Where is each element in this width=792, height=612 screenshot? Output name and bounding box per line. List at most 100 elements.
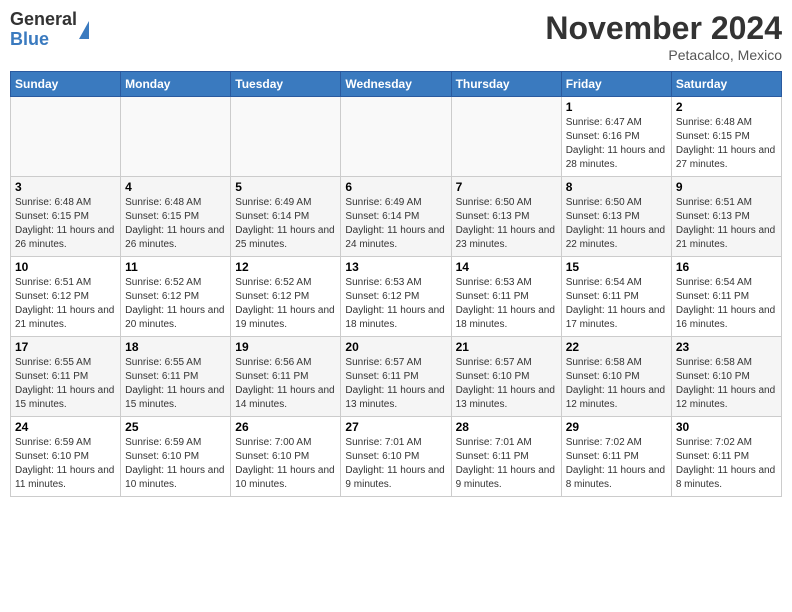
calendar-cell: 30 Sunrise: 7:02 AM Sunset: 6:11 PM Dayli… (671, 417, 781, 497)
day-number: 15 (566, 260, 667, 274)
calendar-cell: 5 Sunrise: 6:49 AM Sunset: 6:14 PM Daylig… (231, 177, 341, 257)
day-number: 8 (566, 180, 667, 194)
logo-general: General (10, 10, 77, 30)
day-info: Sunrise: 6:55 AM Sunset: 6:11 PM Dayligh… (125, 356, 226, 412)
day-number: 12 (235, 260, 336, 274)
calendar-cell (231, 97, 341, 177)
day-number: 13 (345, 260, 446, 274)
day-info: Sunrise: 6:52 AM Sunset: 6:12 PM Dayligh… (235, 276, 336, 332)
day-info: Sunrise: 6:50 AM Sunset: 6:13 PM Dayligh… (456, 196, 557, 252)
calendar-cell: 25 Sunrise: 6:59 AM Sunset: 6:10 PM Dayli… (121, 417, 231, 497)
day-info: Sunrise: 6:53 AM Sunset: 6:12 PM Dayligh… (345, 276, 446, 332)
calendar-cell: 13 Sunrise: 6:53 AM Sunset: 6:12 PM Dayli… (341, 257, 451, 337)
day-number: 7 (456, 180, 557, 194)
calendar-cell: 2 Sunrise: 6:48 AM Sunset: 6:15 PM Daylig… (671, 97, 781, 177)
logo: General Blue (10, 10, 89, 50)
calendar-cell: 20Sunrise: 6:57 AM Sunset: 6:11 PM Dayli… (341, 337, 451, 417)
day-number: 23 (676, 340, 777, 354)
title-block: November 2024 Petacalco, Mexico (545, 10, 782, 63)
day-header-sunday: Sunday (11, 72, 121, 97)
calendar-header-row: SundayMondayTuesdayWednesdayThursdayFrid… (11, 72, 782, 97)
day-info: Sunrise: 6:58 AM Sunset: 6:10 PM Dayligh… (566, 356, 667, 412)
day-info: Sunrise: 6:48 AM Sunset: 6:15 PM Dayligh… (676, 116, 777, 172)
day-info: Sunrise: 6:53 AM Sunset: 6:11 PM Dayligh… (456, 276, 557, 332)
logo-blue: Blue (10, 30, 77, 50)
day-number: 28 (456, 420, 557, 434)
day-header-wednesday: Wednesday (341, 72, 451, 97)
calendar-week-row: 3Sunrise: 6:48 AM Sunset: 6:15 PM Daylig… (11, 177, 782, 257)
day-number: 2 (676, 100, 777, 114)
day-number: 26 (235, 420, 336, 434)
calendar-cell: 23 Sunrise: 6:58 AM Sunset: 6:10 PM Dayli… (671, 337, 781, 417)
day-info: Sunrise: 6:49 AM Sunset: 6:14 PM Dayligh… (235, 196, 336, 252)
day-info: Sunrise: 6:48 AM Sunset: 6:15 PM Dayligh… (15, 196, 116, 252)
calendar-cell: 4 Sunrise: 6:48 AM Sunset: 6:15 PM Daylig… (121, 177, 231, 257)
day-info: Sunrise: 7:02 AM Sunset: 6:11 PM Dayligh… (566, 436, 667, 492)
calendar-cell (451, 97, 561, 177)
calendar-cell: 22Sunrise: 6:58 AM Sunset: 6:10 PM Dayli… (561, 337, 671, 417)
day-number: 25 (125, 420, 226, 434)
calendar-week-row: 10Sunrise: 6:51 AM Sunset: 6:12 PM Dayli… (11, 257, 782, 337)
day-header-tuesday: Tuesday (231, 72, 341, 97)
calendar-cell: 8 Sunrise: 6:50 AM Sunset: 6:13 PM Daylig… (561, 177, 671, 257)
day-number: 16 (676, 260, 777, 274)
calendar-cell: 3Sunrise: 6:48 AM Sunset: 6:15 PM Daylig… (11, 177, 121, 257)
day-number: 21 (456, 340, 557, 354)
calendar-cell: 15Sunrise: 6:54 AM Sunset: 6:11 PM Dayli… (561, 257, 671, 337)
day-header-monday: Monday (121, 72, 231, 97)
day-number: 30 (676, 420, 777, 434)
calendar-cell: 29 Sunrise: 7:02 AM Sunset: 6:11 PM Dayli… (561, 417, 671, 497)
day-info: Sunrise: 6:50 AM Sunset: 6:13 PM Dayligh… (566, 196, 667, 252)
calendar-cell: 28 Sunrise: 7:01 AM Sunset: 6:11 PM Dayli… (451, 417, 561, 497)
day-number: 18 (125, 340, 226, 354)
day-info: Sunrise: 6:56 AM Sunset: 6:11 PM Dayligh… (235, 356, 336, 412)
day-info: Sunrise: 7:01 AM Sunset: 6:11 PM Dayligh… (456, 436, 557, 492)
day-info: Sunrise: 6:52 AM Sunset: 6:12 PM Dayligh… (125, 276, 226, 332)
month-title: November 2024 (545, 10, 782, 47)
day-info: Sunrise: 6:48 AM Sunset: 6:15 PM Dayligh… (125, 196, 226, 252)
calendar-cell: 16Sunrise: 6:54 AM Sunset: 6:11 PM Dayli… (671, 257, 781, 337)
logo-text: General Blue (10, 10, 77, 50)
calendar-cell: 27Sunrise: 7:01 AM Sunset: 6:10 PM Dayli… (341, 417, 451, 497)
calendar-cell (11, 97, 121, 177)
day-info: Sunrise: 7:02 AM Sunset: 6:11 PM Dayligh… (676, 436, 777, 492)
calendar-week-row: 24 Sunrise: 6:59 AM Sunset: 6:10 PM Dayli… (11, 417, 782, 497)
location: Petacalco, Mexico (545, 47, 782, 63)
day-number: 10 (15, 260, 116, 274)
calendar-cell: 18 Sunrise: 6:55 AM Sunset: 6:11 PM Dayli… (121, 337, 231, 417)
day-number: 6 (345, 180, 446, 194)
day-header-saturday: Saturday (671, 72, 781, 97)
day-number: 9 (676, 180, 777, 194)
day-number: 14 (456, 260, 557, 274)
calendar-cell: 21Sunrise: 6:57 AM Sunset: 6:10 PM Dayli… (451, 337, 561, 417)
calendar-week-row: 17Sunrise: 6:55 AM Sunset: 6:11 PM Dayli… (11, 337, 782, 417)
calendar-cell: 6 Sunrise: 6:49 AM Sunset: 6:14 PM Daylig… (341, 177, 451, 257)
calendar-cell: 12 Sunrise: 6:52 AM Sunset: 6:12 PM Dayli… (231, 257, 341, 337)
calendar-cell: 14 Sunrise: 6:53 AM Sunset: 6:11 PM Dayli… (451, 257, 561, 337)
day-header-thursday: Thursday (451, 72, 561, 97)
day-info: Sunrise: 6:47 AM Sunset: 6:16 PM Dayligh… (566, 116, 667, 172)
page-header: General Blue November 2024 Petacalco, Me… (10, 10, 782, 63)
day-number: 29 (566, 420, 667, 434)
calendar-cell (121, 97, 231, 177)
calendar-cell: 19 Sunrise: 6:56 AM Sunset: 6:11 PM Dayli… (231, 337, 341, 417)
calendar-cell: 9Sunrise: 6:51 AM Sunset: 6:13 PM Daylig… (671, 177, 781, 257)
day-number: 27 (345, 420, 446, 434)
day-info: Sunrise: 6:58 AM Sunset: 6:10 PM Dayligh… (676, 356, 777, 412)
calendar-cell (341, 97, 451, 177)
calendar-cell: 1Sunrise: 6:47 AM Sunset: 6:16 PM Daylig… (561, 97, 671, 177)
day-info: Sunrise: 6:59 AM Sunset: 6:10 PM Dayligh… (15, 436, 116, 492)
day-number: 20 (345, 340, 446, 354)
day-number: 19 (235, 340, 336, 354)
day-info: Sunrise: 6:49 AM Sunset: 6:14 PM Dayligh… (345, 196, 446, 252)
day-number: 4 (125, 180, 226, 194)
day-number: 5 (235, 180, 336, 194)
day-number: 24 (15, 420, 116, 434)
day-info: Sunrise: 6:59 AM Sunset: 6:10 PM Dayligh… (125, 436, 226, 492)
calendar-table: SundayMondayTuesdayWednesdayThursdayFrid… (10, 71, 782, 497)
day-header-friday: Friday (561, 72, 671, 97)
calendar-cell: 10Sunrise: 6:51 AM Sunset: 6:12 PM Dayli… (11, 257, 121, 337)
calendar-cell: 24 Sunrise: 6:59 AM Sunset: 6:10 PM Dayli… (11, 417, 121, 497)
day-info: Sunrise: 6:55 AM Sunset: 6:11 PM Dayligh… (15, 356, 116, 412)
day-info: Sunrise: 7:00 AM Sunset: 6:10 PM Dayligh… (235, 436, 336, 492)
